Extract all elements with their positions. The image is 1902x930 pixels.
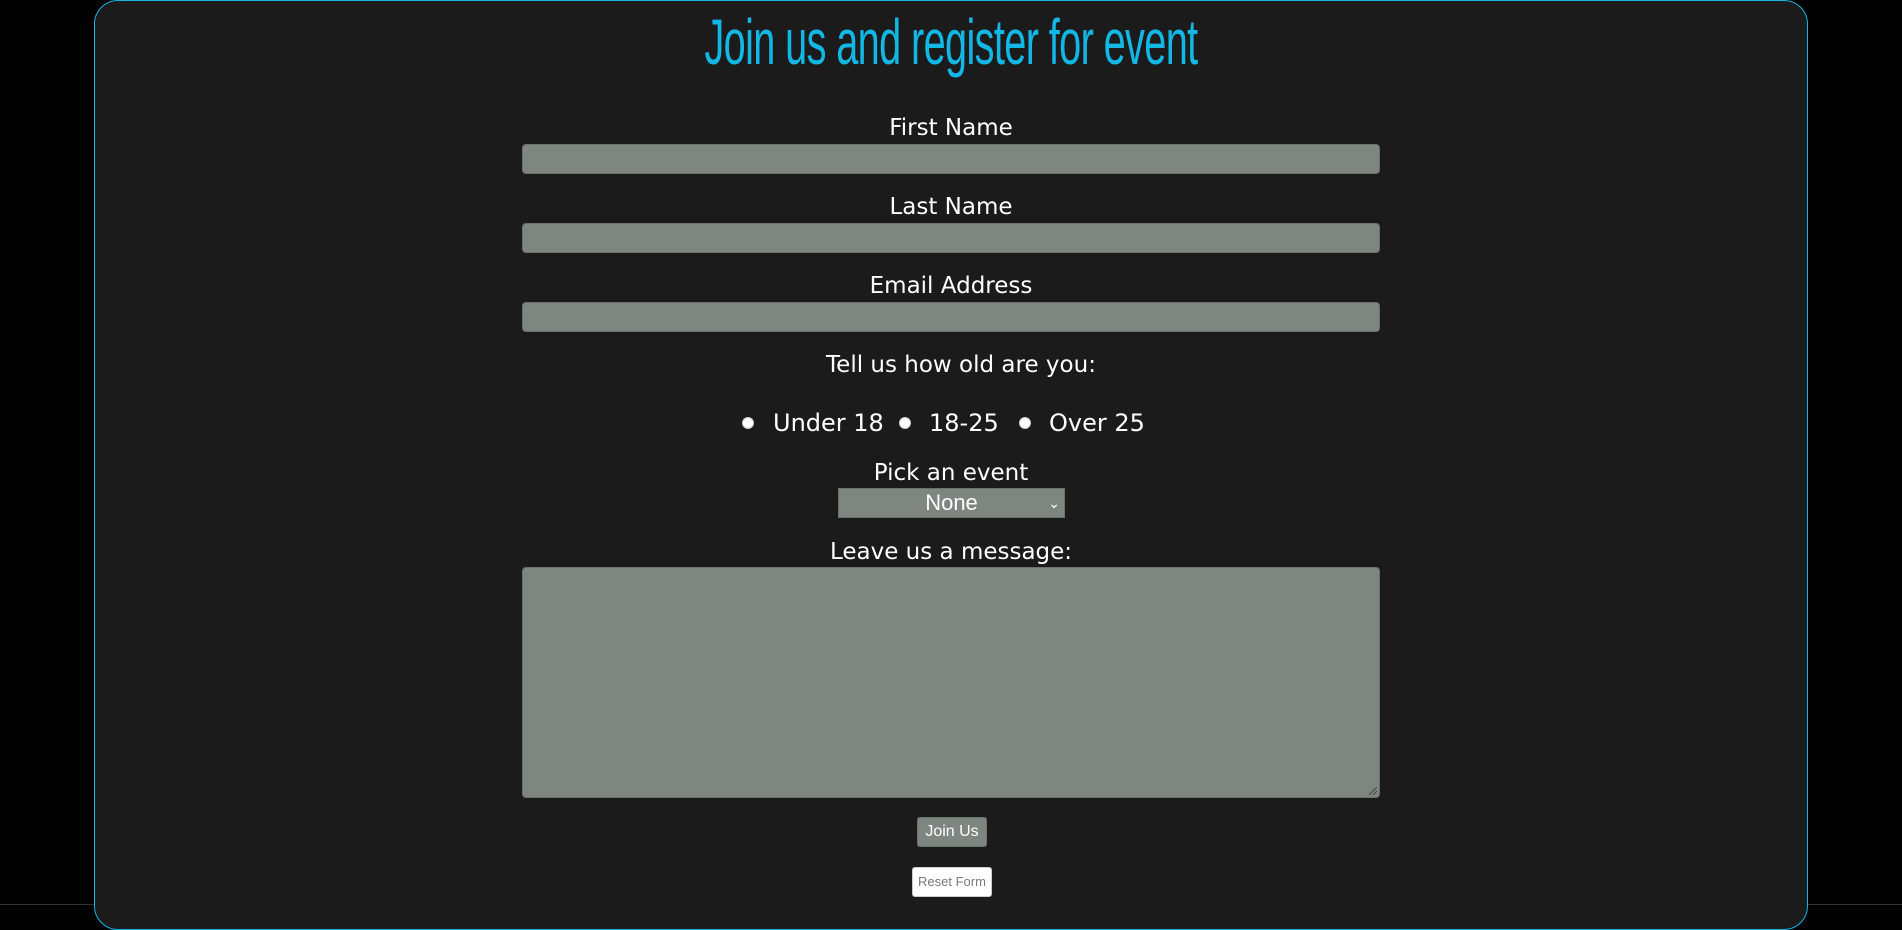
join-us-button[interactable]: Join Us	[917, 817, 987, 847]
event-label: Pick an event	[873, 460, 1029, 486]
reset-form-button[interactable]: Reset Form	[912, 867, 992, 897]
message-textarea[interactable]	[522, 567, 1380, 798]
age-prompt: Tell us how old are you:	[826, 352, 1096, 378]
first-name-label: First Name	[889, 115, 1013, 141]
radio-over-25[interactable]	[1019, 417, 1031, 429]
age-radio-group: Under 18 18-25 Over 25	[0, 407, 1902, 439]
message-label: Leave us a message:	[829, 539, 1073, 565]
radio-18-25[interactable]	[899, 417, 911, 429]
resize-grip-icon[interactable]	[1369, 787, 1377, 795]
first-name-field[interactable]	[522, 144, 1380, 174]
radio-label-under-18: Under 18	[773, 409, 884, 437]
last-name-label: Last Name	[889, 194, 1013, 220]
radio-label-18-25: 18-25	[929, 409, 999, 437]
chevron-down-icon: ⌄	[1048, 495, 1060, 511]
page-title: Join us and register for event	[704, 6, 1198, 78]
event-select-value: None	[925, 490, 978, 515]
radio-under-18[interactable]	[742, 417, 754, 429]
radio-label-over-25: Over 25	[1049, 409, 1145, 437]
event-select[interactable]: None ⌄	[838, 488, 1065, 518]
email-field[interactable]	[522, 302, 1380, 332]
email-label: Email Address	[869, 273, 1033, 299]
last-name-field[interactable]	[522, 223, 1380, 253]
